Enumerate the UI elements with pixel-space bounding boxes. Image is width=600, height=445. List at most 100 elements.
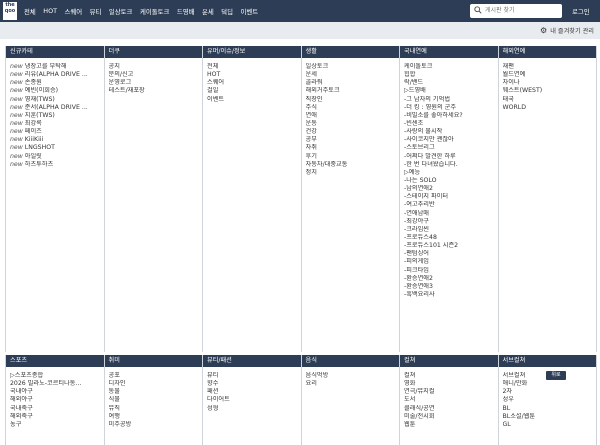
board-link[interactable]: HOT (207, 71, 301, 79)
board-link[interactable]: 2차 (503, 388, 597, 396)
board-link[interactable]: 케이돌토크 (404, 63, 498, 71)
nav-item[interactable]: 일상토크 (109, 7, 133, 16)
scroll-to-top-button[interactable]: 위로 (546, 371, 566, 380)
board-link[interactable]: GL (503, 421, 597, 429)
login-link[interactable]: 로그인 (572, 7, 590, 16)
category-header[interactable]: 유머/이슈/정보 (203, 46, 301, 58)
board-link[interactable]: 2026 밀라노-코르티나동... (10, 380, 104, 388)
category-header[interactable]: 국내연예 (400, 46, 498, 58)
site-logo[interactable]: the qoo (3, 2, 17, 20)
board-link[interactable]: 태국 (503, 96, 597, 104)
board-link[interactable]: 애니/만화 (503, 380, 597, 388)
board-link[interactable]: -피의게임 (404, 258, 498, 266)
board-link[interactable]: 해외야구 (10, 396, 104, 404)
board-link[interactable]: 웨스트(WEST) (503, 87, 597, 95)
board-link[interactable]: -비밀소를 좋아하세요? (404, 112, 498, 120)
category-header[interactable]: 더쿠 (104, 46, 202, 58)
nav-item[interactable]: HOT (43, 7, 57, 15)
nav-item[interactable]: 드영배 (177, 7, 195, 16)
board-link[interactable]: new 영재(TWS) (10, 96, 104, 104)
nav-item[interactable]: 케이돌토크 (140, 7, 169, 16)
board-link[interactable]: -스테이지 파이터 (404, 193, 498, 201)
board-link[interactable]: -더 킹 : 영원의 군주 (404, 104, 498, 112)
board-link[interactable]: -빈센조 (404, 120, 498, 128)
board-link[interactable]: ▷예능 (404, 169, 498, 177)
board-link[interactable]: 국내축구 (10, 405, 104, 413)
board-link[interactable]: -스토브리그 (404, 144, 498, 152)
board-link[interactable]: 문의/신고 (109, 71, 203, 79)
board-link[interactable]: 웹툰 (404, 421, 498, 429)
board-link[interactable]: -한 번 다녀왔습니다. (404, 161, 498, 169)
nav-item[interactable]: 이벤트 (241, 7, 259, 16)
board-link[interactable]: 컬쳐 (404, 372, 498, 380)
board-link[interactable]: 미술/전시회 (404, 413, 498, 421)
board-link[interactable]: WORLD (503, 104, 597, 112)
board-link[interactable]: 차이나 (503, 79, 597, 87)
nav-item[interactable]: 덬딥 (221, 7, 233, 16)
board-search-input[interactable] (485, 5, 559, 16)
board-link[interactable]: 정치 (306, 169, 400, 177)
board-link[interactable]: 후기 (306, 153, 400, 161)
board-link[interactable]: -피크타임 (404, 267, 498, 275)
board-link[interactable]: -프로듀스48 (404, 234, 498, 242)
search-icon[interactable] (474, 6, 482, 14)
board-link[interactable]: 음식먹방 (306, 372, 400, 380)
board-link[interactable]: new 아일릿 (10, 153, 104, 161)
manage-favorites-button[interactable]: ⚙ 내 즐겨찾기 관리 (540, 26, 594, 35)
board-link[interactable]: -어쩌다 발견한 하루 (404, 153, 498, 161)
board-link[interactable]: 동물 (109, 388, 203, 396)
board-link[interactable]: -나는 SOLO (404, 177, 498, 185)
board-link[interactable]: -흑백요리사 (404, 291, 498, 299)
board-link[interactable]: -환승연애3 (404, 283, 498, 291)
category-header[interactable]: 신규카테 (6, 46, 104, 58)
board-link[interactable]: 주식 (306, 104, 400, 112)
board-link[interactable]: 국내야구 (10, 388, 104, 396)
board-link[interactable]: -환승연애2 (404, 275, 498, 283)
board-link[interactable]: 걸일 (207, 87, 301, 95)
board-link[interactable]: -남의연애2 (404, 185, 498, 193)
category-header[interactable]: 해외연예 (498, 46, 596, 58)
board-link[interactable]: 뮤직 (109, 405, 203, 413)
board-link[interactable]: 자동차/대중교통 (306, 161, 400, 169)
board-link[interactable]: -연애남매 (404, 210, 498, 218)
board-link[interactable]: 월드연예 (503, 71, 597, 79)
board-link[interactable]: ▷스포츠종합 (10, 372, 104, 380)
board-link[interactable]: 힙합 (404, 71, 498, 79)
board-link[interactable]: -사이코지만 괜찮아 (404, 136, 498, 144)
board-link[interactable]: 공포 (109, 372, 203, 380)
board-link[interactable]: 클래식/공연 (404, 405, 498, 413)
nav-item[interactable]: 스퀘어 (65, 7, 83, 16)
board-link[interactable]: BL소설/웹툰 (503, 413, 597, 421)
board-link[interactable]: 다이어트 (207, 396, 301, 404)
board-link[interactable]: 해외거주토크 (306, 87, 400, 95)
category-header[interactable]: 스포츠 (6, 355, 104, 367)
category-header[interactable]: 서브컬쳐 (498, 355, 596, 367)
board-link[interactable]: 운영로그 (109, 79, 203, 87)
board-link[interactable]: new 준서(ALPHA DRIVE ... (10, 104, 104, 112)
board-link[interactable]: 영화 (404, 380, 498, 388)
board-link[interactable]: new 하츠투하츠 (10, 161, 104, 169)
board-link[interactable]: 락/밴드 (404, 79, 498, 87)
board-link[interactable]: -그 남자의 기억법 (404, 96, 498, 104)
board-link[interactable]: 일상토크 (306, 63, 400, 71)
board-link[interactable]: 테스트/재포장 (109, 87, 203, 95)
board-link[interactable]: new 리유(ALPHA DRIVE ... (10, 71, 104, 79)
board-link[interactable]: 직장인 (306, 96, 400, 104)
board-link[interactable]: -사랑의 불시착 (404, 128, 498, 136)
board-link[interactable]: 건강 (306, 128, 400, 136)
board-link[interactable]: 해외축구 (10, 413, 104, 421)
board-link[interactable]: 성형 (207, 405, 301, 413)
category-header[interactable]: 취미 (104, 355, 202, 367)
board-link[interactable]: 요리 (306, 380, 400, 388)
board-link[interactable]: 성우 (503, 396, 597, 404)
board-link[interactable]: 공부 (306, 136, 400, 144)
category-header[interactable]: 음식 (301, 355, 399, 367)
nav-item[interactable]: 운세 (202, 7, 214, 16)
board-link[interactable]: 도서 (404, 396, 498, 404)
board-link[interactable]: 미주공방 (109, 421, 203, 429)
nav-item[interactable]: 전체 (24, 7, 36, 16)
board-link[interactable]: -팬텀싱어 (404, 250, 498, 258)
board-link[interactable]: 패션 (207, 388, 301, 396)
board-link[interactable]: 연극/뮤지컬 (404, 388, 498, 396)
board-link[interactable]: 향수 (207, 380, 301, 388)
